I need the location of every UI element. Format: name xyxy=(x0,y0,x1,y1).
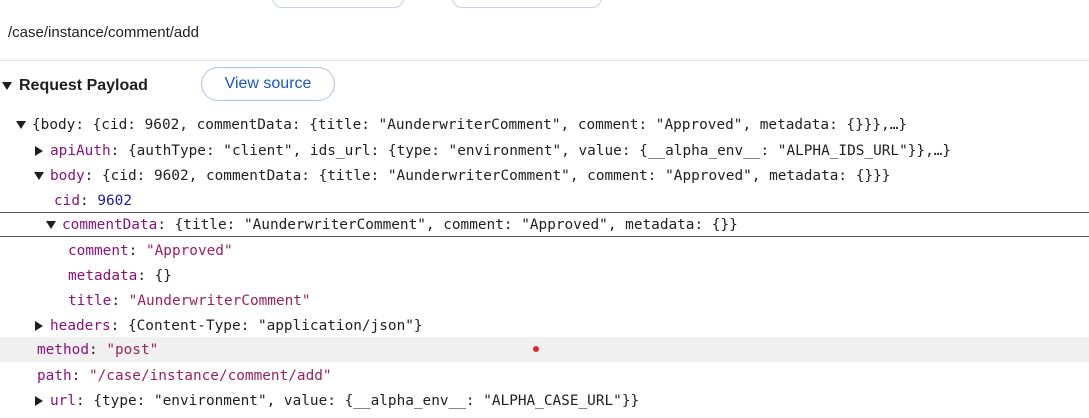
tree-value: {authType: "client", ids_url: {type: "en… xyxy=(127,142,952,159)
tree-key: url xyxy=(50,392,76,409)
view-source-button[interactable]: View source xyxy=(201,67,335,101)
tree-value: {title: "AunderwriterComment", comment: … xyxy=(174,216,738,233)
tree-key: comment xyxy=(68,242,129,259)
tree-row-url[interactable]: url: {type: "environment", value: {__alp… xyxy=(0,388,1089,413)
triangle-down-icon[interactable] xyxy=(2,82,12,90)
tree-value: "/case/instance/comment/add" xyxy=(88,367,332,384)
tree-row-commentData[interactable]: commentData: {title: "AunderwriterCommen… xyxy=(0,212,1089,237)
request-url: /case/instance/comment/add xyxy=(8,24,199,41)
tree-row-path[interactable]: path: "/case/instance/comment/add" xyxy=(0,363,1089,388)
tree-value: {cid: 9602, commentData: {title: "Aunder… xyxy=(101,167,891,184)
tree-key: method xyxy=(37,341,89,358)
tree-row-body[interactable]: body: {cid: 9602, commentData: {title: "… xyxy=(0,163,1089,188)
tab-stub-right xyxy=(452,0,602,8)
tree-key: headers xyxy=(50,317,111,334)
triangle-down-icon[interactable] xyxy=(14,120,28,129)
tree-value: 9602 xyxy=(97,192,132,209)
tree-key: body xyxy=(50,167,85,184)
tree-key: metadata xyxy=(68,267,138,284)
tree-value: "post" xyxy=(106,341,159,358)
root-summary: {body: {cid: 9602, commentData: {title: … xyxy=(32,116,908,133)
tree-row-comment[interactable]: comment: "Approved" xyxy=(0,238,1089,263)
tree-key: title xyxy=(68,292,112,309)
triangle-right-icon[interactable] xyxy=(32,320,46,331)
tree-root[interactable]: {body: {cid: 9602, commentData: {title: … xyxy=(0,112,1089,137)
tree-key: commentData xyxy=(62,216,158,233)
tree-row-metadata[interactable]: metadata: {} xyxy=(0,263,1089,288)
tree-row-cid[interactable]: cid: 9602 xyxy=(0,188,1089,213)
tree-value: {} xyxy=(154,267,172,284)
triangle-right-icon[interactable] xyxy=(32,145,46,156)
tree-value: {type: "environment", value: {__alpha_en… xyxy=(93,392,640,409)
request-payload-header[interactable]: Request Payload xyxy=(0,68,148,104)
tree-value: "AunderwriterComment" xyxy=(128,292,311,309)
tree-key: apiAuth xyxy=(50,142,111,159)
triangle-down-icon[interactable] xyxy=(32,171,46,180)
section-title: Request Payload xyxy=(19,77,148,94)
divider xyxy=(0,60,1089,61)
tree-value: "Approved" xyxy=(145,242,233,259)
tree-row-title[interactable]: title: "AunderwriterComment" xyxy=(0,288,1089,313)
tree-key: cid xyxy=(54,192,80,209)
tab-stub-left xyxy=(272,0,404,8)
tree-row-apiAuth[interactable]: apiAuth: {authType: "client", ids_url: {… xyxy=(0,138,1089,163)
tree-row-headers[interactable]: headers: {Content-Type: "application/jso… xyxy=(0,313,1089,338)
triangle-down-icon[interactable] xyxy=(44,220,58,229)
tree-key: path xyxy=(37,367,72,384)
cursor-dot xyxy=(533,346,539,352)
tree-value: {Content-Type: "application/json"} xyxy=(127,317,423,334)
tree-row-method[interactable]: method: "post" xyxy=(0,337,1089,362)
triangle-right-icon[interactable] xyxy=(32,395,46,406)
